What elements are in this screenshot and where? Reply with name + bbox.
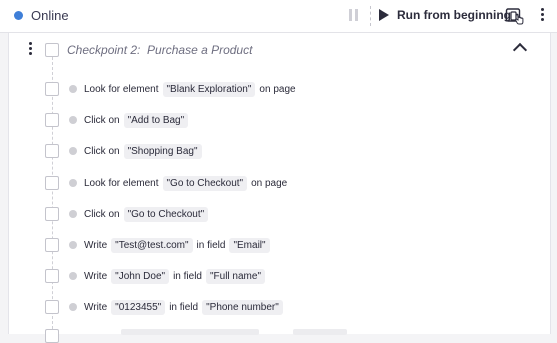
step-text: Click on "Add to Bag" <box>84 112 192 128</box>
step-action: Look for element <box>84 83 159 95</box>
step-status-dot <box>69 303 77 311</box>
checkpoint-checkbox[interactable] <box>45 43 59 57</box>
step-status-dot <box>69 272 77 280</box>
step-checkbox[interactable] <box>45 207 59 221</box>
kebab-menu-icon[interactable] <box>541 8 544 21</box>
step-row[interactable]: Write "John Doe" in field "Full name" <box>45 266 269 286</box>
step-row[interactable]: Write "Test@test.com" in field "Email" <box>45 235 274 255</box>
step-checkbox[interactable] <box>45 82 59 96</box>
step-action: Click on <box>84 145 120 157</box>
step-checkbox[interactable] <box>45 329 59 343</box>
step-status-dot <box>69 179 77 187</box>
run-from-beginning-button[interactable]: Run from beginning <box>379 8 511 22</box>
step-suffix: on page <box>251 177 288 189</box>
step-field-chip <box>293 329 347 335</box>
step-checkbox[interactable] <box>45 300 59 314</box>
step-status-dot <box>69 241 77 249</box>
step-action: Look for element <box>84 177 159 189</box>
status-label: Online <box>31 8 69 23</box>
step-suffix: on page <box>259 83 296 95</box>
step-row[interactable]: Click on "Go to Checkout" <box>45 204 212 224</box>
step-checkbox[interactable] <box>45 269 59 283</box>
step-value-chip: "Test@test.com" <box>111 237 193 253</box>
step-text: Click on "Shopping Bag" <box>84 143 206 159</box>
step-middle: in field <box>169 301 199 313</box>
checkpoint-menu-icon[interactable] <box>29 42 32 55</box>
status-dot-icon <box>14 11 23 20</box>
step-action: Click on <box>84 114 120 126</box>
step-checkbox[interactable] <box>45 176 59 190</box>
step-target-chip: "Go to Checkout" <box>162 175 248 191</box>
device-preview-icon[interactable] <box>505 6 525 26</box>
step-checkbox[interactable] <box>45 113 59 127</box>
toolbar-divider <box>370 6 371 26</box>
step-action: Write <box>84 239 108 251</box>
step-target-chip: "Add to Bag" <box>123 112 189 128</box>
connection-status: Online <box>14 8 69 23</box>
step-row[interactable]: Look for element "Blank Exploration" on … <box>45 79 296 99</box>
top-toolbar: Online Run from beginning <box>0 0 557 33</box>
step-action: Write <box>84 301 108 313</box>
chevron-up-icon[interactable] <box>512 42 528 58</box>
step-checkbox[interactable] <box>45 144 59 158</box>
step-target-chip: "Blank Exploration" <box>162 81 256 97</box>
step-text: Write "John Doe" in field "Full name" <box>84 268 269 284</box>
step-row[interactable]: Look for element "Go to Checkout" on pag… <box>45 173 287 193</box>
checkpoint-title: Checkpoint 2: Purchase a Product <box>67 43 253 57</box>
step-text: Click on "Go to Checkout" <box>84 206 212 222</box>
checkpoint-panel: Checkpoint 2: Purchase a Product Look fo… <box>8 33 551 343</box>
step-text: Write "Test@test.com" in field "Email" <box>84 237 274 253</box>
step-value-chip <box>121 329 259 335</box>
step-status-dot <box>69 210 77 218</box>
step-target-chip: "Shopping Bag" <box>123 143 202 159</box>
step-action: Click on <box>84 208 120 220</box>
step-status-dot <box>69 147 77 155</box>
step-text: Write "0123455" in field "Phone number" <box>84 299 287 315</box>
step-text: Look for element "Go to Checkout" on pag… <box>84 175 288 191</box>
step-middle: in field <box>173 270 202 282</box>
run-from-beginning-label: Run from beginning <box>397 8 511 22</box>
step-field-chip: "Phone number" <box>202 299 283 315</box>
play-icon <box>379 9 389 21</box>
step-value-chip: "John Doe" <box>111 268 170 284</box>
step-field-chip: "Full name" <box>205 268 265 284</box>
step-status-dot <box>69 116 77 124</box>
step-action: Write <box>84 270 108 282</box>
step-status-dot <box>69 85 77 93</box>
step-field-chip: "Email" <box>229 237 270 253</box>
step-row[interactable]: Click on "Add to Bag" <box>45 110 192 130</box>
step-target-chip: "Go to Checkout" <box>123 206 209 222</box>
step-row[interactable]: Write "0123455" in field "Phone number" <box>45 297 287 317</box>
step-row[interactable]: Click on "Shopping Bag" <box>45 141 206 161</box>
step-text: Look for element "Blank Exploration" on … <box>84 81 296 97</box>
step-checkbox[interactable] <box>45 238 59 252</box>
step-value-chip: "0123455" <box>111 299 166 315</box>
step-middle: in field <box>196 239 226 251</box>
pause-icon[interactable] <box>349 9 358 21</box>
